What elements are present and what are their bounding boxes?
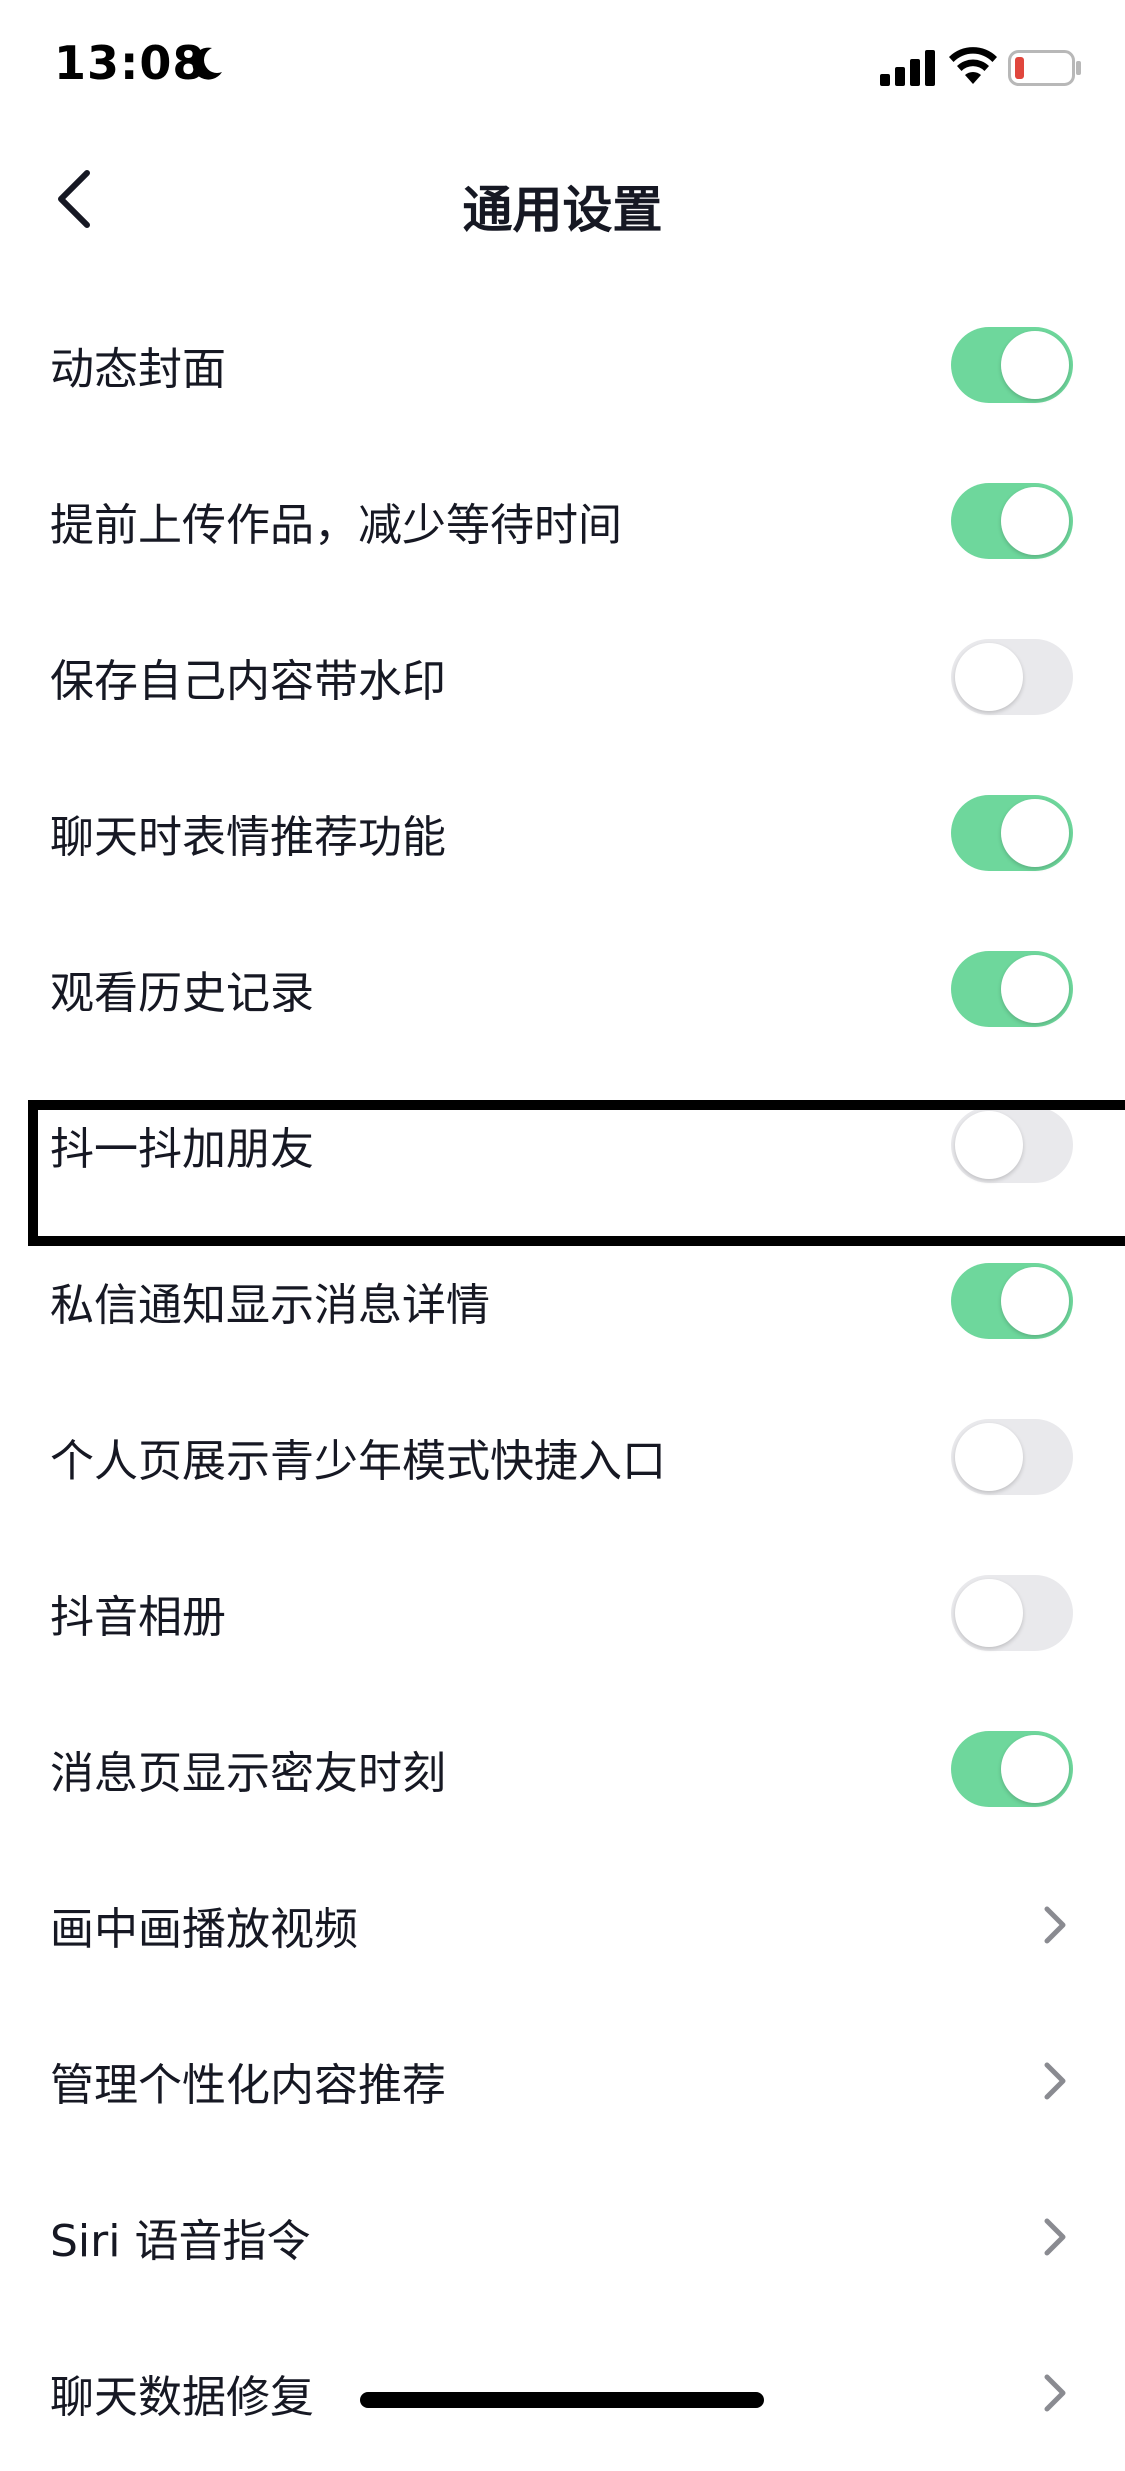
status-bar: 13:08	[0, 0, 1125, 132]
setting-label: Siri 语音指令	[50, 2216, 311, 2267]
toggle-knob	[955, 1579, 1023, 1647]
toggle-knob	[1001, 955, 1069, 1023]
setting-row-album: 抖音相册	[0, 1535, 1125, 1691]
cellular-signal-icon	[880, 50, 935, 86]
home-indicator[interactable]	[360, 2392, 764, 2408]
toggle-knob	[1001, 1735, 1069, 1803]
pre-upload-toggle[interactable]	[951, 483, 1073, 559]
setting-row-emoji-recommend: 聊天时表情推荐功能	[0, 755, 1125, 911]
setting-row-dm-notification-details: 私信通知显示消息详情	[0, 1223, 1125, 1379]
watermark-toggle[interactable]	[951, 639, 1073, 715]
toggle-knob	[955, 1423, 1023, 1491]
setting-label: 抖一抖加朋友	[50, 1124, 314, 1175]
chevron-right-icon	[1044, 2062, 1066, 2100]
status-time: 13:08	[54, 36, 206, 90]
setting-label: 聊天时表情推荐功能	[50, 812, 446, 863]
setting-label: 观看历史记录	[50, 968, 314, 1019]
moon-icon	[192, 47, 222, 80]
setting-row-shake-add-friend: 抖一抖加朋友	[0, 1067, 1125, 1223]
setting-row-pre-upload: 提前上传作品，减少等待时间	[0, 443, 1125, 599]
setting-label: 个人页展示青少年模式快捷入口	[50, 1436, 666, 1487]
toggle-knob	[955, 1111, 1023, 1179]
setting-label: 私信通知显示消息详情	[50, 1280, 490, 1331]
close-friend-moments-toggle[interactable]	[951, 1731, 1073, 1807]
setting-row-personalized-recommend[interactable]: 管理个性化内容推荐	[0, 2003, 1125, 2159]
toggle-knob	[1001, 331, 1069, 399]
setting-row-watch-history: 观看历史记录	[0, 911, 1125, 1067]
dm-notification-details-toggle[interactable]	[951, 1263, 1073, 1339]
emoji-recommend-toggle[interactable]	[951, 795, 1073, 871]
setting-label: 抖音相册	[50, 1592, 226, 1643]
setting-label: 消息页显示密友时刻	[50, 1748, 446, 1799]
toggle-knob	[955, 643, 1023, 711]
chevron-right-icon	[1044, 2218, 1066, 2256]
teen-mode-shortcut-toggle[interactable]	[951, 1419, 1073, 1495]
setting-label: 画中画播放视频	[50, 1904, 358, 1955]
shake-add-friend-toggle[interactable]	[951, 1107, 1073, 1183]
toggle-knob	[1001, 487, 1069, 555]
setting-row-dynamic-cover: 动态封面	[0, 287, 1125, 443]
setting-row-teen-mode-shortcut: 个人页展示青少年模式快捷入口	[0, 1379, 1125, 1535]
dynamic-cover-toggle[interactable]	[951, 327, 1073, 403]
setting-label: 提前上传作品，减少等待时间	[50, 500, 622, 551]
page-title: 通用设置	[462, 181, 663, 239]
setting-label: 动态封面	[50, 344, 226, 395]
setting-row-watermark: 保存自己内容带水印	[0, 599, 1125, 755]
setting-row-siri-commands[interactable]: Siri 语音指令	[0, 2159, 1125, 2315]
toggle-knob	[1001, 799, 1069, 867]
setting-label: 保存自己内容带水印	[50, 656, 446, 707]
chevron-right-icon	[1044, 2374, 1066, 2412]
setting-label: 管理个性化内容推荐	[50, 2060, 446, 2111]
album-toggle[interactable]	[951, 1575, 1073, 1651]
toggle-knob	[1001, 1267, 1069, 1335]
nav-bar: 通用设置	[0, 132, 1125, 264]
setting-row-picture-in-picture[interactable]: 画中画播放视频	[0, 1847, 1125, 2003]
setting-label: 聊天数据修复	[50, 2372, 314, 2423]
settings-list: 动态封面 提前上传作品，减少等待时间 保存自己内容带水印 聊天时表情推荐功能 观…	[0, 287, 1125, 2471]
wifi-icon	[949, 47, 997, 84]
chevron-right-icon	[1044, 1906, 1066, 1944]
setting-row-close-friend-moments: 消息页显示密友时刻	[0, 1691, 1125, 1847]
watch-history-toggle[interactable]	[951, 951, 1073, 1027]
battery-icon	[1008, 50, 1081, 86]
